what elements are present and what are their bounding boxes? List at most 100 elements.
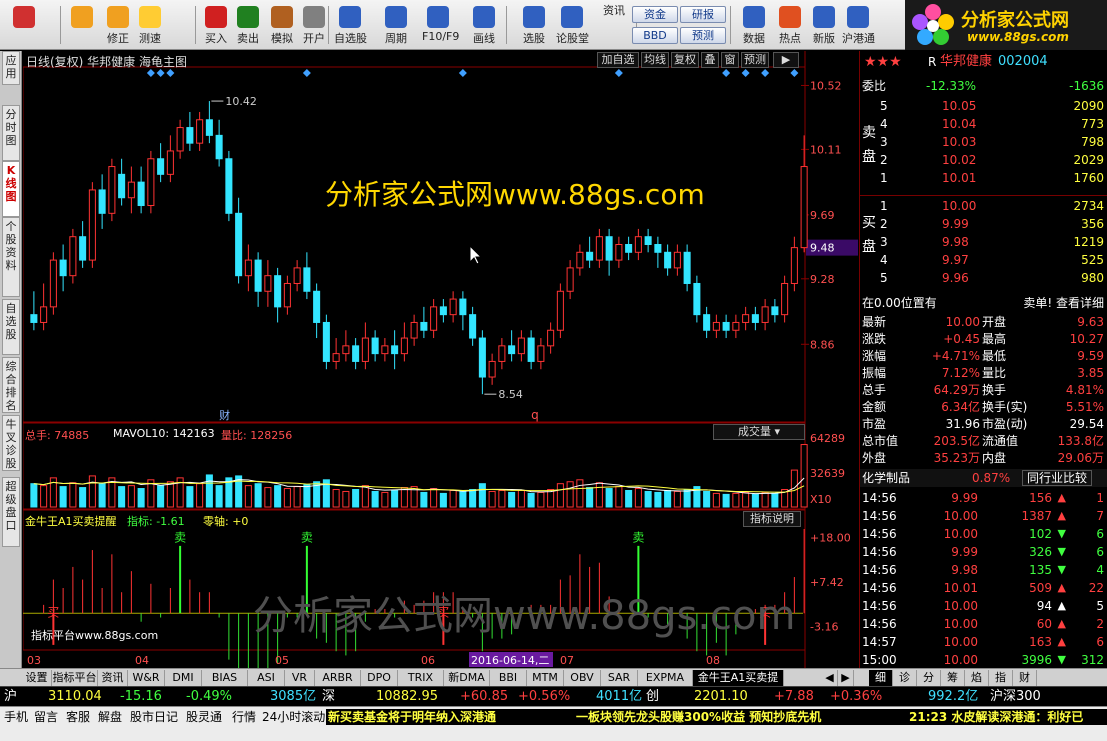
toolbar-button-8[interactable]: 自选股 [334, 4, 367, 48]
volume-indicator-dropdown[interactable]: 成交量 ▾ [713, 424, 805, 440]
industry-compare-button[interactable]: 同行业比较 [1022, 470, 1093, 486]
indicator-tab-1[interactable]: 指标平台 [52, 670, 98, 686]
buy-row[interactable]: 3 9.98 1219 [860, 233, 1107, 251]
indicator-tab-9[interactable]: DPO [361, 670, 398, 686]
indicator-tab-15[interactable]: SAR [601, 670, 638, 686]
toolbar-button-17[interactable]: 新版 [808, 4, 840, 48]
news-item-1[interactable]: 新买卖基金将于明年纳入深港通 [328, 709, 496, 725]
toolbar-button-2[interactable]: 修正 [102, 4, 134, 48]
chart-button-3[interactable]: 叠 [701, 52, 719, 68]
indicator-tab-2[interactable]: 资讯 [98, 670, 128, 686]
indicator-tab-6[interactable]: ASI [248, 670, 285, 686]
status-item-0[interactable]: 手机 [4, 709, 28, 725]
right-tab-5[interactable]: 指 [989, 670, 1013, 686]
indicator-tab-13[interactable]: MTM [527, 670, 564, 686]
finance-marker[interactable]: 财 [219, 408, 230, 422]
chart-canvas[interactable]: 10.52 10.11 9.69 9.48 9.28 8.86 10.42 8.54 财 q 642… [23, 51, 858, 668]
toolbar-button-10[interactable]: F10/F9 [422, 4, 459, 48]
indicator-tab-17[interactable]: 金牛王A1买卖提醒 [693, 670, 784, 699]
toolbar-pill-1[interactable]: 研报 [680, 6, 726, 23]
toolbar-pill-0[interactable]: 资金 [632, 6, 678, 23]
left-tab-3[interactable]: 个股资料 [2, 217, 20, 297]
right-tab-0[interactable]: 细 [869, 670, 893, 686]
indicator-tab-8[interactable]: ARBR [315, 670, 361, 686]
toolbar-button-3[interactable]: 测速 [134, 4, 166, 48]
buy-row[interactable]: 1 10.00 2734 [860, 197, 1107, 215]
status-item-7[interactable]: 24小时滚动 [262, 709, 325, 725]
chart-button-0[interactable]: 加自选 [597, 52, 639, 68]
news-ticker[interactable]: 新买卖基金将于明年纳入深港通 一板块领先龙头股赚300%收益 预知抄底先机 21… [326, 709, 1107, 725]
status-item-3[interactable]: 解盘 [98, 709, 122, 725]
sell-row[interactable]: 2 10.02 2029 [860, 151, 1107, 169]
toolbar-button-11[interactable]: 画线 [468, 4, 500, 48]
sell-volume: 773 [1081, 117, 1104, 131]
sell-row[interactable]: 4 10.04 773 [860, 115, 1107, 133]
indicator-tab-3[interactable]: W&R [128, 670, 165, 686]
sell-row[interactable]: 1 10.01 1760 [860, 169, 1107, 187]
left-tab-6[interactable]: 牛叉诊股 [2, 415, 20, 471]
buy-price: 9.98 [942, 235, 969, 249]
toolbar-button-9[interactable]: 周期 [380, 4, 412, 48]
chart-button-1[interactable]: 均线 [641, 52, 669, 68]
indicator-tab-12[interactable]: BBI [490, 670, 527, 686]
news-item-2[interactable]: 一板块领先龙头股赚300%收益 预知抄底先机 [576, 709, 821, 725]
left-tab-4[interactable]: 自选股 [2, 299, 20, 355]
indicator-tab-7[interactable]: VR [285, 670, 315, 686]
position-link[interactable]: 卖单! 查看详细 [1023, 294, 1104, 312]
toolbar-button-12[interactable]: 选股 [518, 4, 550, 48]
toolbar-button-1[interactable] [66, 4, 98, 48]
right-tab-4[interactable]: 焰 [965, 670, 989, 686]
scroll-left-icon[interactable]: ◀ [822, 670, 838, 686]
toolbar-button-7[interactable]: 开户 [298, 4, 330, 48]
left-tab-2[interactable]: K线图 [2, 161, 20, 217]
status-item-2[interactable]: 客服 [66, 709, 90, 725]
status-item-5[interactable]: 股灵通 [186, 709, 222, 725]
right-tab-6[interactable]: 财 [1013, 670, 1037, 686]
chart-button-5[interactable]: 预测 [741, 52, 769, 68]
left-tab-1[interactable]: 分时图 [2, 105, 20, 161]
indicator-help-button[interactable]: 指标说明 [743, 511, 801, 527]
status-item-6[interactable]: 行情 [232, 709, 256, 725]
indicator-tab-11[interactable]: 新DMA [444, 670, 490, 686]
toolbar-button-16[interactable]: 热点 [774, 4, 806, 48]
scroll-right-icon[interactable]: ▶ [838, 670, 854, 686]
quote-label: 量比 [982, 366, 1007, 380]
right-tab-2[interactable]: 分 [917, 670, 941, 686]
toolbar-button-15[interactable]: 数据 [738, 4, 770, 48]
toolbar-button-14[interactable]: 资讯 [598, 2, 630, 46]
indicator-tab-0[interactable]: 设置 [22, 670, 52, 686]
right-tab-1[interactable]: 诊 [893, 670, 917, 686]
toolbar-pill-2[interactable]: BBD [632, 27, 678, 44]
indicator-tab-16[interactable]: EXPMA [638, 670, 693, 686]
candle-body [352, 345, 360, 362]
chart-button-4[interactable]: 窗 [721, 52, 739, 68]
indicator-tab-4[interactable]: DMI [165, 670, 202, 686]
left-tab-0[interactable]: 应用 [2, 51, 20, 85]
buy-row[interactable]: 4 9.97 525 [860, 251, 1107, 269]
left-tab-5[interactable]: 综合排名 [2, 357, 20, 413]
sell-row[interactable]: 3 10.03 798 [860, 133, 1107, 151]
right-tab-3[interactable]: 筹 [941, 670, 965, 686]
volume-bar [498, 489, 506, 508]
chart-more-arrow-icon[interactable]: ▶ [773, 52, 799, 68]
chart-button-2[interactable]: 复权 [671, 52, 699, 68]
toolbar-pill-3[interactable]: 预测 [680, 27, 726, 44]
indicator-tab-5[interactable]: BIAS [202, 670, 248, 686]
toolbar-button-label: 热点 [779, 32, 801, 45]
sell-row[interactable]: 5 10.05 2090 [860, 97, 1107, 115]
toolbar-button-4[interactable]: 买入 [200, 4, 232, 48]
left-tab-7[interactable]: 超级盘口 [2, 477, 20, 547]
toolbar-button-6[interactable]: 模拟 [266, 4, 298, 48]
kline-chart-area[interactable]: 10.52 10.11 9.69 9.48 9.28 8.86 10.42 8.54 财 q 642… [23, 51, 858, 668]
status-item-4[interactable]: 股市日记 [130, 709, 178, 725]
toolbar-button-5[interactable]: 卖出 [232, 4, 264, 48]
buy-row[interactable]: 5 9.96 980 [860, 269, 1107, 287]
status-item-1[interactable]: 留言 [34, 709, 58, 725]
buy-row[interactable]: 2 9.99 356 [860, 215, 1107, 233]
news-item-3[interactable]: 21:23 水皮解读深港通：利好已 [909, 709, 1083, 725]
toolbar-button-0[interactable] [8, 4, 40, 48]
indicator-tab-10[interactable]: TRIX [398, 670, 444, 686]
toolbar-button-18[interactable]: 沪港通 [842, 4, 875, 48]
indicator-tab-14[interactable]: OBV [564, 670, 601, 686]
toolbar-button-13[interactable]: 论股堂 [556, 4, 589, 48]
